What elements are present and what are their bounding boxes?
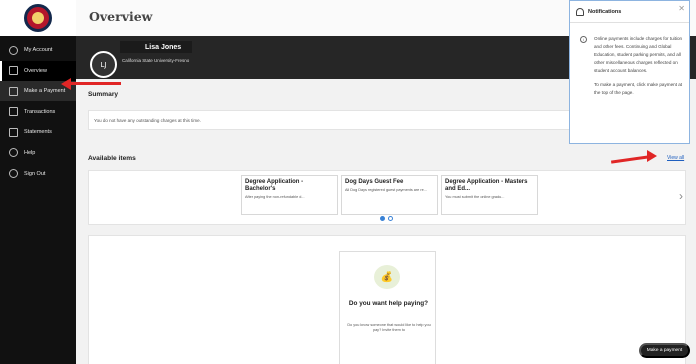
item-title: Dog Days Guest Fee <box>345 179 404 185</box>
sidebar-item-my-account[interactable]: My Account <box>0 40 76 60</box>
carousel-dots <box>380 216 393 221</box>
page-title: Overview <box>89 9 153 24</box>
item-card-degree-bachelors[interactable]: Degree Application - Bachelor's After pa… <box>241 175 338 215</box>
help-text: Do you know someone that would like to h… <box>347 323 431 333</box>
available-items-carousel: Degree Application - Bachelor's After pa… <box>88 170 686 225</box>
annotation-arrow <box>69 82 121 85</box>
bell-icon <box>576 7 584 16</box>
help-icon <box>9 148 18 158</box>
view-all-link[interactable]: View all <box>667 155 684 161</box>
sidebar-item-help[interactable]: Help <box>0 143 76 163</box>
avatar[interactable]: LJ <box>90 51 117 78</box>
item-title: Degree Application - Masters and Ed... <box>445 179 528 192</box>
sidebar-nav: My Account Overview Make a Payment Trans… <box>0 40 76 184</box>
item-card-dog-days[interactable]: Dog Days Guest Fee All Dog Days register… <box>341 175 438 215</box>
sidebar-item-label: My Account <box>24 47 53 53</box>
item-title: Degree Application - Bachelor's <box>245 179 304 192</box>
help-paying-section: 💰 Do you want help paying? Do you know s… <box>88 235 686 364</box>
item-desc: You must submit the online gradu... <box>445 195 505 199</box>
info-icon: i <box>580 36 587 43</box>
notifications-panel: Notifications ✕ i Online payments includ… <box>569 0 690 144</box>
carousel-dot[interactable] <box>380 216 385 221</box>
transactions-icon <box>9 107 18 117</box>
help-title: Do you want help paying? <box>348 300 429 307</box>
sidebar-item-label: Make a Payment <box>24 88 66 95</box>
close-icon[interactable]: ✕ <box>678 4 685 13</box>
sign-out-icon <box>9 169 18 179</box>
profile-university: California State University-Fresno <box>122 58 190 63</box>
profile-name: Lisa Jones <box>145 44 182 51</box>
home-icon <box>9 66 18 76</box>
notification-text: To make a payment, click make payment at… <box>594 82 683 95</box>
chevron-right-icon[interactable]: › <box>679 189 683 203</box>
sidebar-item-label: Help <box>24 149 36 156</box>
notifications-body: Online payments include charges for tuit… <box>594 35 688 103</box>
document-icon <box>9 127 18 137</box>
carousel-dot[interactable] <box>388 216 393 221</box>
notifications-header: Notifications <box>570 1 689 23</box>
annotation-arrow-head <box>647 150 657 162</box>
university-seal-logo[interactable] <box>0 0 76 36</box>
money-bags-icon: 💰 <box>374 265 400 289</box>
help-paying-card[interactable]: 💰 Do you want help paying? Do you know s… <box>339 251 436 364</box>
sidebar-item-label: Sign Out <box>24 170 46 177</box>
seal-icon <box>24 4 52 32</box>
sidebar-item-transactions[interactable]: Transactions <box>0 102 76 122</box>
make-payment-button[interactable]: Make a payment <box>639 343 690 358</box>
payment-icon <box>9 86 18 96</box>
item-desc: After paying the non-refundable d... <box>245 195 305 199</box>
available-items-title: Available items <box>88 155 136 162</box>
sidebar-item-statements[interactable]: Statements <box>0 122 76 142</box>
user-icon <box>9 45 18 55</box>
sidebar-item-label: Statements <box>24 129 52 136</box>
notification-text: Online payments include charges for tuit… <box>594 36 683 73</box>
notifications-title: Notifications <box>588 8 622 15</box>
item-desc: All Dog Days registered guest payments a… <box>345 188 427 192</box>
sidebar-item-label: Transactions <box>24 108 56 115</box>
sidebar: My Account Overview Make a Payment Trans… <box>0 0 76 364</box>
sidebar-item-label: Overview <box>24 67 47 74</box>
item-card-degree-masters[interactable]: Degree Application - Masters and Ed... Y… <box>441 175 538 215</box>
sidebar-item-sign-out[interactable]: Sign Out <box>0 164 76 184</box>
annotation-arrow-head <box>61 78 71 90</box>
